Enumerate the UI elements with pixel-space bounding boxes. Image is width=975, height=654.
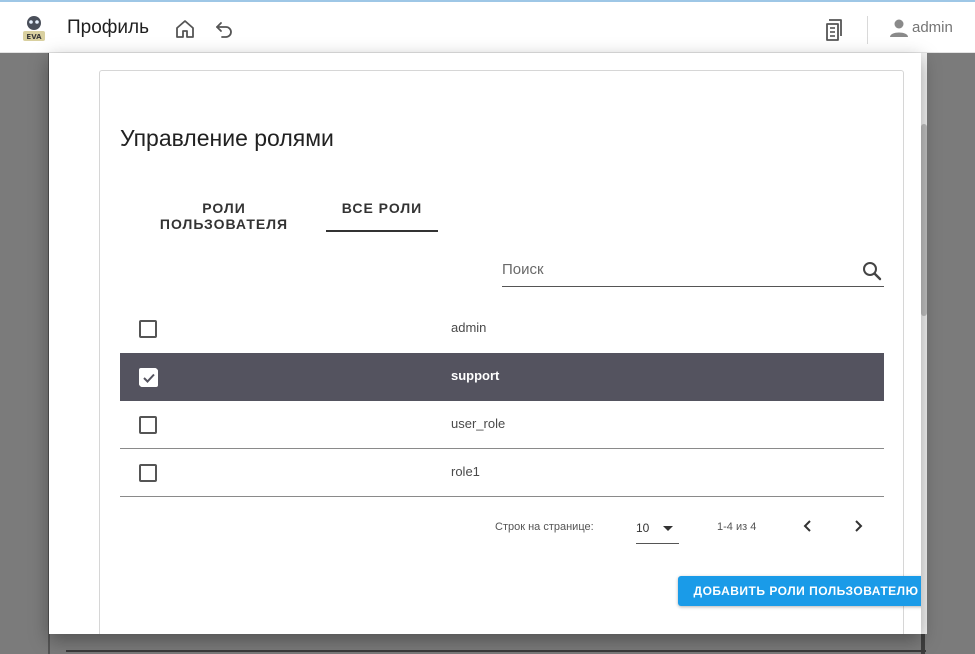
table-row[interactable]: admin [120,305,884,353]
dialog-title: Управление ролями [120,125,334,151]
checkmark-icon [140,369,158,387]
role-name: support [451,368,500,383]
rows-per-page-select[interactable]: 10 [636,513,679,544]
row-checkbox[interactable] [139,320,157,338]
page-title: Профиль [67,17,150,38]
document-icon[interactable] [823,18,845,41]
role-name: user_role [451,416,506,431]
header-divider [867,16,868,44]
table-row[interactable]: support [120,353,884,401]
pagination-range: 1-4 из 4 [717,521,757,533]
undo-icon[interactable] [214,18,236,40]
dropdown-arrow-icon [663,526,673,531]
search-input[interactable] [502,254,842,284]
chevron-right-icon [855,520,863,532]
search-field [502,254,884,287]
table-row[interactable]: user_role [120,401,884,449]
search-icon[interactable] [861,260,883,282]
dialog-scrollbar-thumb[interactable] [921,124,927,316]
role-name: role1 [451,464,480,479]
role-management-card: Управление ролями РОЛИ ПОЛЬЗОВАТЕЛЯ ВСЕ … [99,70,921,634]
table-pagination: Строк на странице: 10 1-4 из 4 [120,501,884,544]
user-icon [889,18,909,38]
row-checkbox-checked[interactable] [139,368,158,387]
tab-all-roles[interactable]: ВСЕ РОЛИ [326,200,438,232]
table-row[interactable]: role1 [120,449,884,497]
robot-logo-icon[interactable]: EVA [20,14,48,42]
home-icon[interactable] [174,18,196,40]
chevron-left-icon [803,520,811,532]
rows-per-page-label: Строк на странице: [495,521,594,533]
tab-user-roles[interactable]: РОЛИ ПОЛЬЗОВАТЕЛЯ [136,200,312,232]
row-checkbox[interactable] [139,464,157,482]
role-management-dialog: Управление ролями РОЛИ ПОЛЬЗОВАТЕЛЯ ВСЕ … [49,53,921,634]
role-name: admin [451,320,487,335]
add-roles-button[interactable]: ДОБАВИТЬ РОЛИ ПОЛЬЗОВАТЕЛЮ [678,576,921,606]
roles-table: admin support user_role role1 [120,305,884,497]
next-page-button[interactable] [846,514,870,538]
rows-per-page-value: 10 [636,521,650,535]
svg-text:EVA: EVA [26,33,42,41]
backdrop-edge-bottom [66,650,926,652]
active-tab-indicator [326,230,438,232]
app-header: EVA Профиль admin [0,2,975,53]
user-name: admin [912,19,953,36]
row-checkbox[interactable] [139,416,157,434]
prev-page-button[interactable] [796,514,820,538]
